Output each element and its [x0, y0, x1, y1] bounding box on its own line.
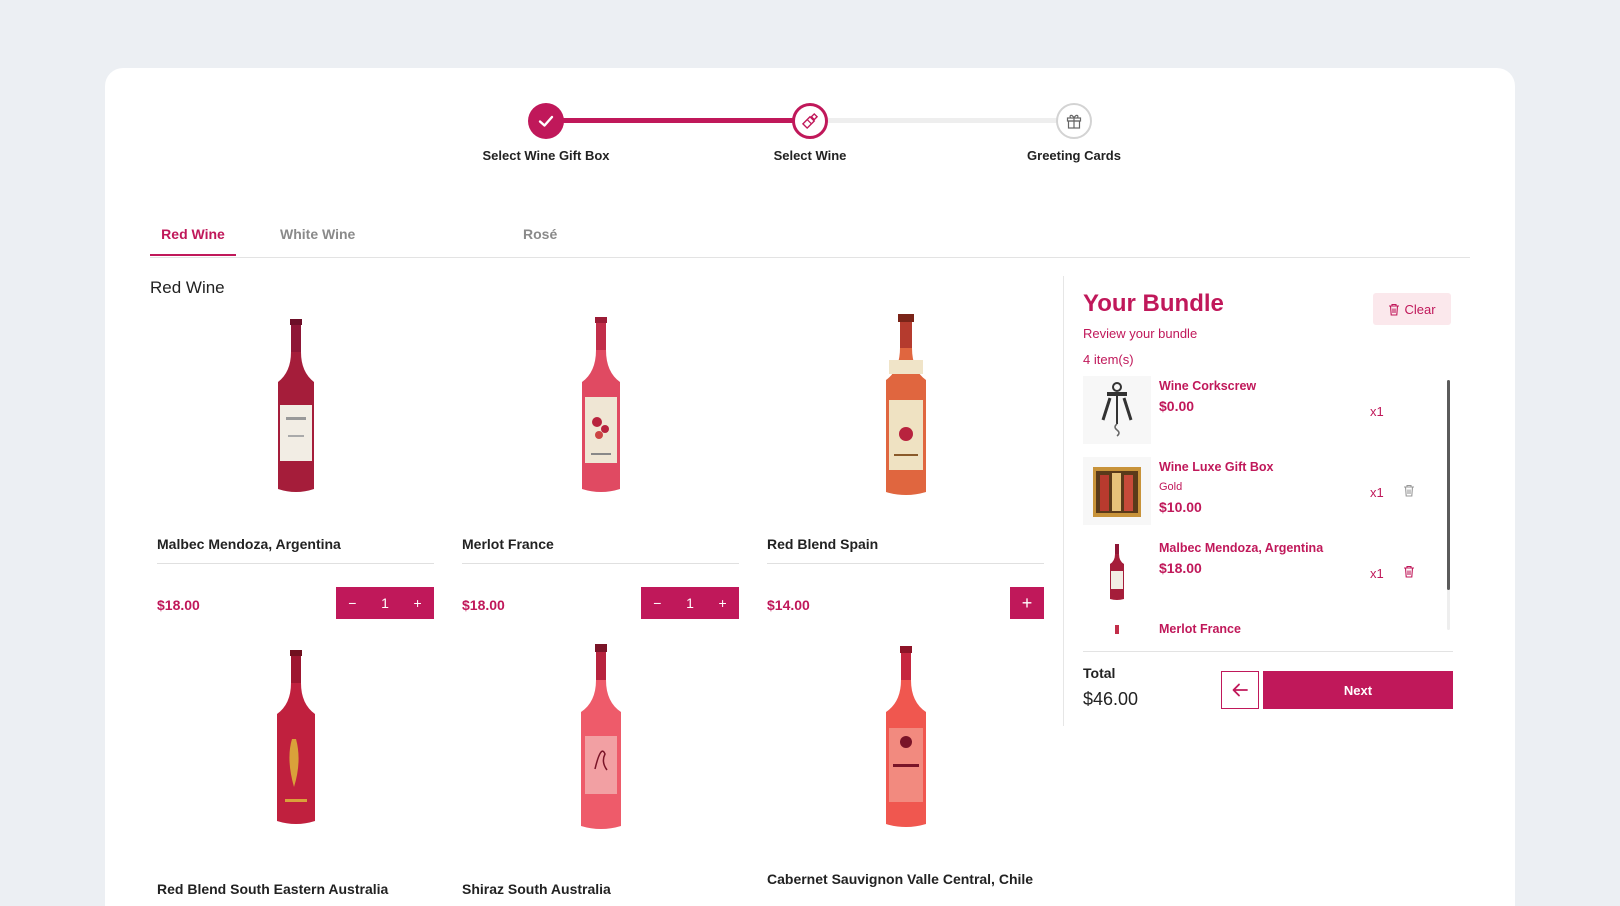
quantity-value: 1	[381, 595, 389, 611]
add-to-bundle-button[interactable]: +	[1010, 587, 1044, 619]
product-card	[157, 312, 434, 632]
plus-icon[interactable]: +	[719, 595, 727, 611]
trash-icon	[1389, 303, 1400, 316]
product-price: $18.00	[157, 597, 200, 613]
step-2-circle[interactable]	[792, 103, 828, 139]
wine-bottle-icon	[1083, 619, 1151, 634]
bundle-item-name: Malbec Mendoza, Argentina	[1159, 541, 1324, 555]
bundle-item: Merlot France	[1083, 619, 1423, 634]
wine-bottle-image	[580, 644, 621, 829]
wine-bottle-icon	[801, 112, 819, 130]
product-image[interactable]	[767, 312, 1044, 502]
product-name[interactable]: Shiraz South Australia	[462, 880, 739, 906]
quantity-value: 1	[686, 595, 694, 611]
check-icon	[538, 115, 554, 127]
product-image[interactable]	[767, 644, 1044, 834]
product-image[interactable]	[157, 644, 434, 834]
quantity-stepper: − 1 +	[336, 587, 434, 619]
bundle-list: Wine Corkscrew $0.00 x1 Wine Luxe Gift B…	[1083, 376, 1453, 634]
next-button[interactable]: Next	[1263, 671, 1453, 709]
clear-label: Clear	[1404, 301, 1436, 317]
product-name[interactable]: Red Blend Spain	[767, 535, 1044, 564]
bundle-item-price: $10.00	[1159, 499, 1202, 515]
bundle-item-count: 4 item(s)	[1083, 352, 1134, 367]
product-image[interactable]	[462, 312, 739, 502]
product-price: $14.00	[767, 597, 810, 613]
minus-icon[interactable]: −	[653, 595, 661, 611]
product-name[interactable]: Cabernet Sauvignon Valle Central, Chile	[767, 870, 1044, 898]
remove-item-button[interactable]	[1403, 565, 1415, 583]
product-name[interactable]: Malbec Mendoza, Argentina	[157, 535, 434, 564]
bundle-item: Malbec Mendoza, Argentina $18.00 x1	[1083, 538, 1423, 610]
bundle-item-price: $0.00	[1159, 398, 1195, 414]
quantity-stepper: − 1 +	[641, 587, 739, 619]
bundle-item-qty: x1	[1370, 485, 1384, 500]
step-3-label: Greeting Cards	[1027, 148, 1121, 163]
wine-bottle-image	[885, 646, 926, 827]
gift-box-icon	[1083, 457, 1151, 525]
wine-bottle-image	[581, 317, 620, 492]
step-2-label: Select Wine	[773, 148, 847, 163]
wine-bottle-image	[277, 319, 314, 492]
wine-bottle-image	[885, 314, 926, 495]
tab-rose[interactable]: Rosé	[523, 226, 557, 254]
bundle-item-name: Wine Corkscrew	[1159, 379, 1257, 393]
remove-item-button[interactable]	[1403, 484, 1415, 502]
product-card	[462, 312, 739, 632]
minus-icon[interactable]: −	[348, 595, 356, 611]
bundle-separator	[1083, 651, 1453, 652]
product-card	[462, 644, 739, 844]
back-button[interactable]	[1221, 671, 1259, 709]
plus-icon: +	[1021, 592, 1033, 613]
product-price: $18.00	[462, 597, 505, 613]
step-1-circle[interactable]	[528, 103, 564, 139]
trash-icon	[1404, 565, 1414, 578]
product-name[interactable]: Merlot France	[462, 535, 739, 564]
wine-type-tabs: Red Wine White Wine Rosé	[150, 218, 1470, 258]
arrow-left-icon	[1232, 683, 1248, 697]
tab-white-wine[interactable]: White Wine	[280, 226, 355, 254]
product-card	[767, 644, 1044, 844]
bundle-subtitle: Review your bundle	[1083, 326, 1198, 341]
total-value: $46.00	[1083, 689, 1139, 709]
product-image[interactable]	[157, 312, 434, 502]
bundle-item-name: Merlot France	[1159, 622, 1241, 634]
step-1-label: Select Wine Gift Box	[482, 148, 610, 163]
bundle-item: Wine Corkscrew $0.00 x1	[1083, 376, 1423, 448]
bundle-item-price: $18.00	[1159, 560, 1202, 576]
wine-bottle-image	[276, 650, 315, 824]
step-progress-done	[546, 118, 806, 123]
tab-red-wine[interactable]: Red Wine	[150, 226, 236, 256]
panel-divider	[1063, 276, 1064, 726]
trash-icon	[1404, 484, 1414, 497]
gift-icon	[1066, 114, 1082, 129]
wizard-card: Select Wine Gift Box Select Wine Greetin…	[105, 68, 1515, 906]
section-title: Red Wine	[150, 278, 225, 297]
product-card	[767, 312, 1044, 632]
product-name[interactable]: Red Blend South Eastern Australia	[157, 880, 434, 906]
bundle-item-name: Wine Luxe Gift Box	[1159, 460, 1274, 474]
total-label: Total	[1083, 665, 1116, 681]
product-image[interactable]	[462, 644, 739, 834]
step-progress-remaining	[811, 118, 1071, 123]
clear-bundle-button[interactable]: Clear	[1373, 293, 1451, 325]
bundle-item-qty: x1	[1370, 566, 1384, 581]
product-card	[157, 644, 434, 844]
corkscrew-icon	[1083, 376, 1151, 444]
step-3-circle[interactable]	[1056, 103, 1092, 139]
plus-icon[interactable]: +	[414, 595, 422, 611]
bundle-item: Wine Luxe Gift Box Gold $10.00 x1	[1083, 457, 1423, 529]
bundle-item-variant: Gold	[1159, 481, 1183, 493]
bundle-title: Your Bundle	[1083, 290, 1224, 317]
wine-bottle-icon	[1083, 538, 1151, 606]
bundle-item-qty: x1	[1370, 404, 1384, 419]
